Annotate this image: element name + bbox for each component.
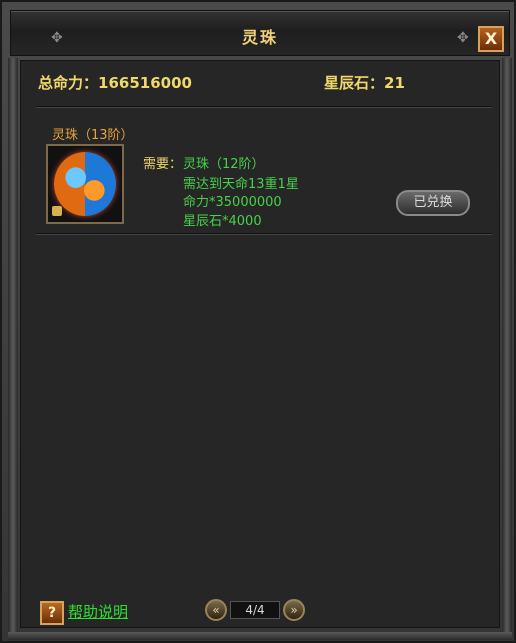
frame-right bbox=[502, 58, 512, 633]
spirit-orb-icon bbox=[54, 152, 116, 216]
total-fate-value: 166516000 bbox=[98, 74, 192, 92]
requirement-line: 灵珠（12阶） bbox=[183, 157, 265, 172]
page-indicator: 4/4 bbox=[230, 601, 280, 619]
divider-top bbox=[36, 106, 492, 108]
item-name: 灵珠（13阶） bbox=[52, 128, 134, 143]
title-bar[interactable]: ✥ 灵珠 ✥ bbox=[10, 10, 510, 56]
frame-bottom bbox=[8, 632, 512, 640]
prev-page-button[interactable]: « bbox=[205, 599, 227, 621]
star-stone-stat: 星辰石：21 bbox=[324, 72, 405, 93]
frame-left bbox=[8, 58, 18, 633]
ornament-right-icon: ✥ bbox=[457, 30, 469, 46]
total-fate-label: 总命力： bbox=[38, 74, 99, 92]
help-link[interactable]: 帮助说明 bbox=[68, 601, 128, 622]
close-button[interactable]: X bbox=[478, 26, 504, 52]
help-icon[interactable]: ? bbox=[40, 601, 64, 625]
lock-icon bbox=[52, 206, 62, 216]
requirement-line: 需达到天命13重1星 bbox=[183, 177, 299, 192]
next-page-button[interactable]: » bbox=[283, 599, 305, 621]
item-slot[interactable] bbox=[46, 144, 124, 224]
total-fate-stat: 总命力：166516000 bbox=[38, 72, 192, 93]
requirement-label: 需要： bbox=[143, 157, 183, 172]
star-stone-label: 星辰石： bbox=[324, 74, 385, 92]
redeemed-button[interactable]: 已兑换 bbox=[396, 190, 470, 216]
requirement-line: 星辰石*4000 bbox=[183, 214, 262, 229]
spirit-orb-window: ✥ 灵珠 ✥ X 总命力：166516000 星辰石：21 灵珠（13阶） 需要… bbox=[0, 0, 516, 643]
requirement-line: 命力*35000000 bbox=[183, 195, 282, 210]
window-title: 灵珠 bbox=[241, 28, 278, 47]
divider-bottom bbox=[36, 233, 492, 235]
star-stone-value: 21 bbox=[384, 74, 405, 92]
